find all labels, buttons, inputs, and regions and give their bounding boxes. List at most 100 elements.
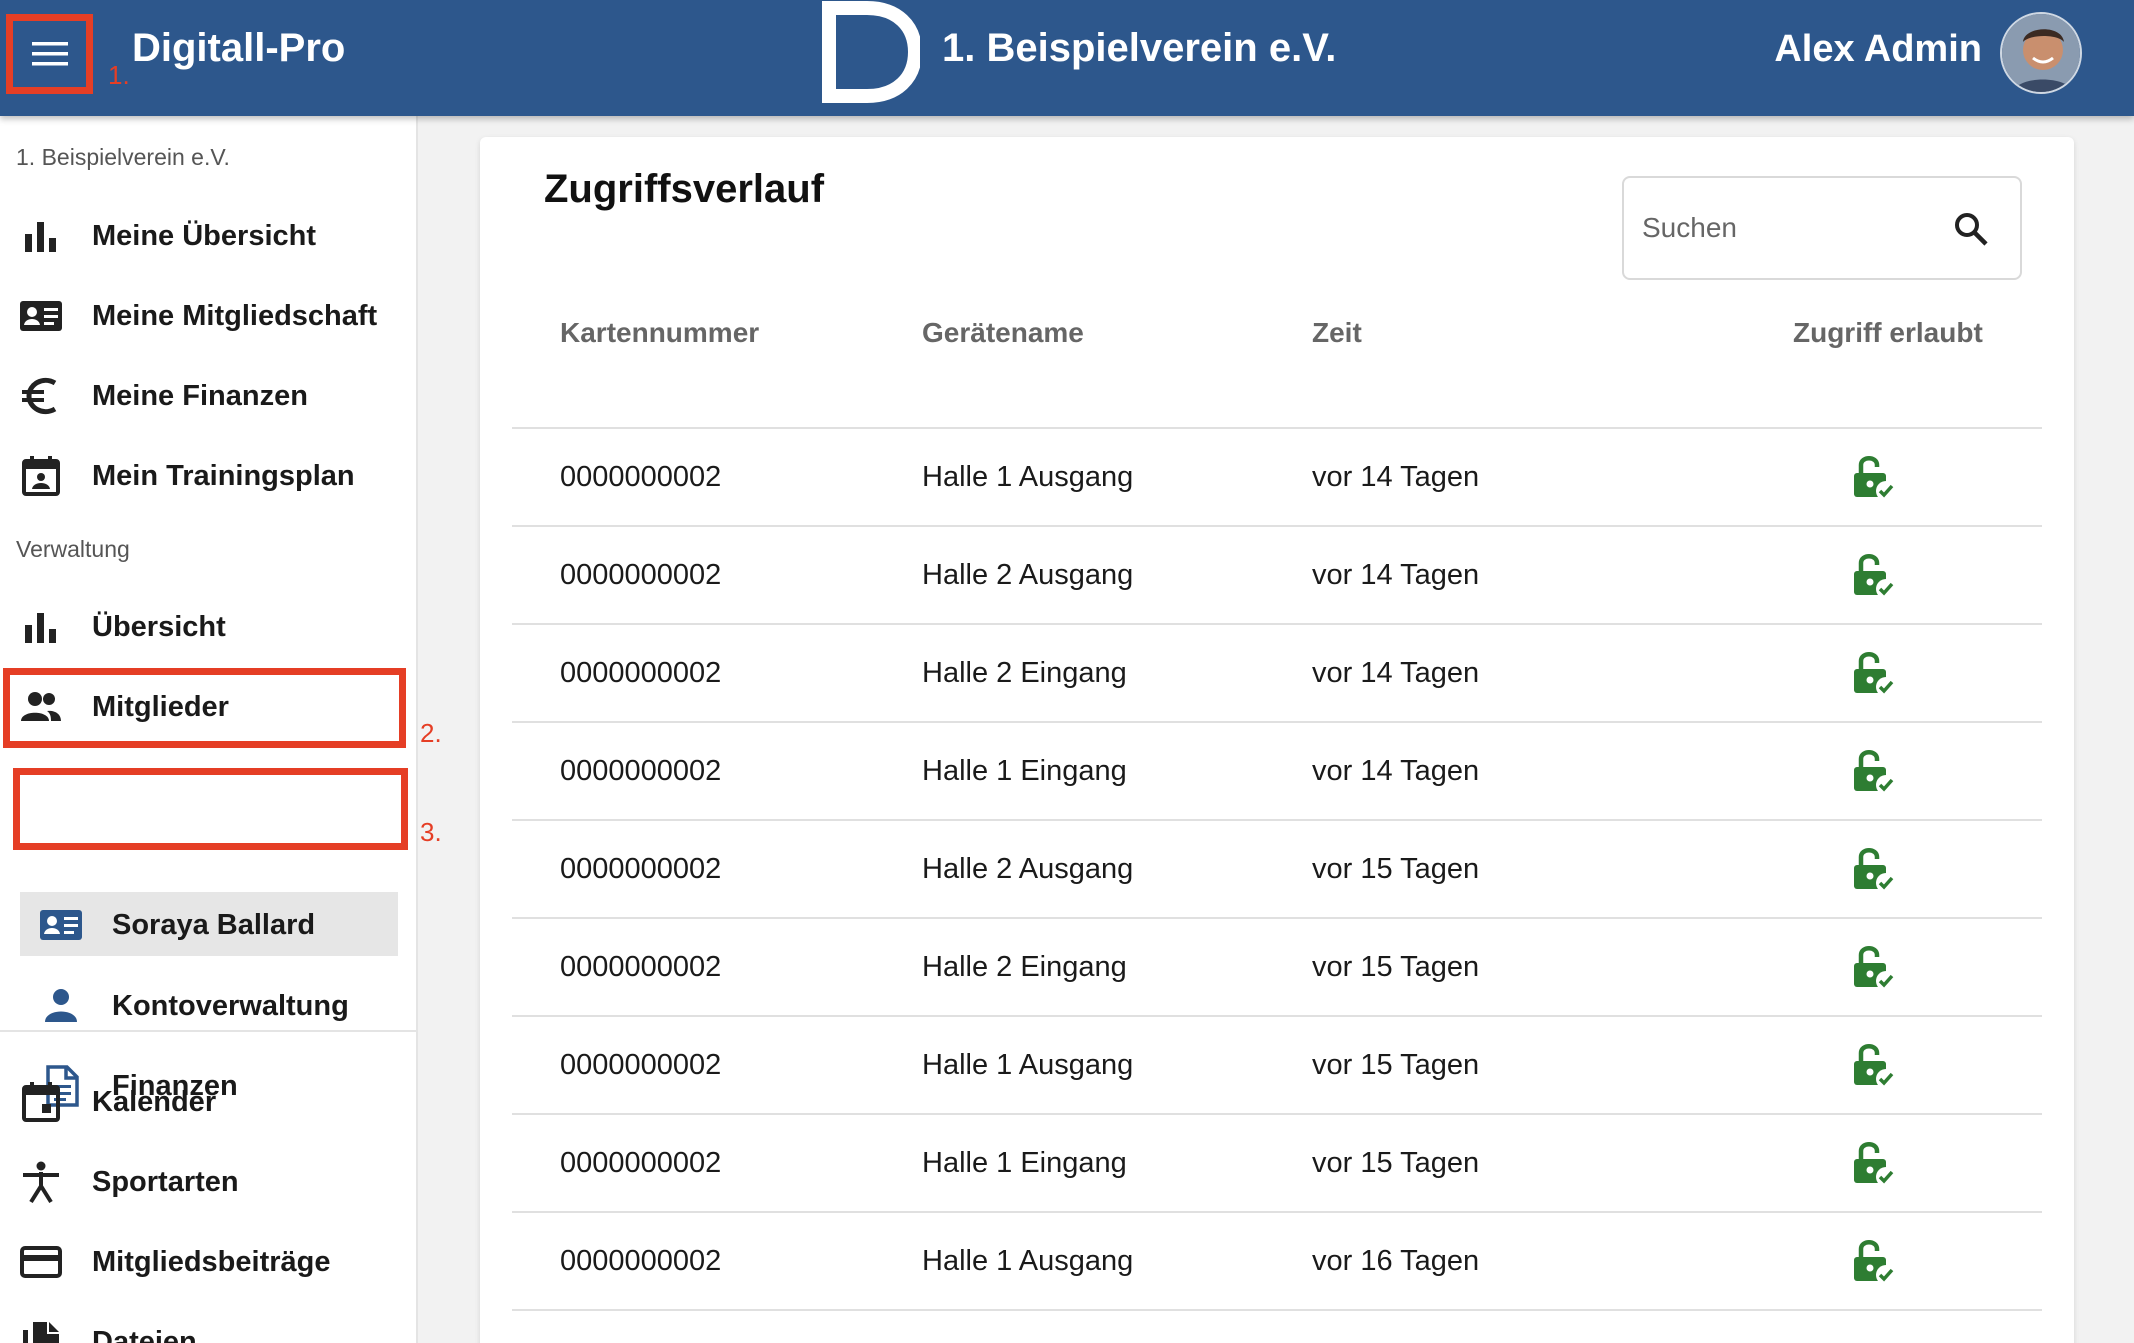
sidebar-section-verwaltung: Verwaltung (16, 536, 130, 562)
sidebar-subitem-label: Soraya Ballard (112, 908, 316, 941)
avatar-photo (2002, 14, 2080, 92)
lock-open-check-icon (1854, 554, 1896, 599)
sidebar-item-label: Dateien (92, 1325, 197, 1343)
bar-chart-icon (18, 604, 64, 650)
table-row[interactable]: 0000000002 Halle 1 Ausgang vor 16 Tagen (512, 1213, 2042, 1311)
calendar-person-icon (18, 453, 64, 499)
step-annotation-1: 1. (108, 60, 130, 90)
sidebar-item-label: Meine Mitgliedschaft (92, 299, 378, 332)
table-row[interactable]: 0000000002 Halle 1 Eingang vor 14 Tagen (512, 723, 2042, 821)
sidebar: 1. Beispielverein e.V. Meine Übersicht M… (0, 116, 418, 1343)
cell-kartennummer: 0000000002 (560, 657, 722, 689)
person-icon (38, 983, 84, 1029)
sidebar-item-mitglieder[interactable]: Mitglieder (0, 672, 418, 742)
sidebar-item-label: Meine Finanzen (92, 379, 308, 412)
cell-kartennummer: 0000000002 (560, 755, 722, 787)
sidebar-item-meine-finanzen[interactable]: Meine Finanzen (0, 361, 418, 431)
user-name[interactable]: Alex Admin (1774, 28, 1982, 71)
table-row[interactable]: 0000000002 Halle 1 Eingang vor 15 Tagen (512, 1115, 2042, 1213)
row-divider (512, 1309, 2042, 1311)
sidebar-item-dateien[interactable]: Dateien (0, 1307, 418, 1343)
sidebar-item-sportarten[interactable]: Sportarten (0, 1147, 418, 1217)
sidebar-item-label: Sportarten (92, 1165, 239, 1198)
lock-open-check-icon (1854, 750, 1896, 795)
table-row[interactable]: 0000000002 Halle 2 Eingang vor 15 Tagen (512, 919, 2042, 1017)
lock-open-check-icon (1854, 1044, 1896, 1089)
search-field[interactable] (1622, 176, 2022, 280)
column-header-zeit[interactable]: Zeit (1312, 317, 1362, 349)
id-card-icon (38, 902, 84, 948)
cell-kartennummer: 0000000002 (560, 1049, 722, 1081)
lock-open-check-icon (1854, 652, 1896, 697)
cell-kartennummer: 0000000002 (560, 559, 722, 591)
sidebar-item-label: Kalender (92, 1085, 217, 1118)
sidebar-divider (0, 1030, 418, 1032)
sidebar-item-meine-mitgliedschaft[interactable]: Meine Mitgliedschaft (0, 281, 418, 351)
step-annotation-3: 3. (420, 817, 442, 847)
cell-zeit: vor 15 Tagen (1312, 1147, 1480, 1179)
credit-card-icon (18, 1239, 64, 1285)
cell-geraetename: Halle 2 Ausgang (922, 559, 1134, 591)
sport-icon (18, 1159, 64, 1205)
cell-geraetename: Halle 1 Ausgang (922, 461, 1134, 493)
sidebar-item-mitgliedsbeitraege[interactable]: Mitgliedsbeiträge (0, 1227, 418, 1297)
cell-zeit: vor 14 Tagen (1312, 755, 1480, 787)
cell-zeit: vor 16 Tagen (1312, 1245, 1480, 1277)
lock-open-check-icon (1854, 1240, 1896, 1285)
sidebar-item-label: Mein Trainingsplan (92, 459, 355, 492)
club-name: 1. Beispielverein e.V. (942, 26, 1337, 70)
cell-kartennummer: 0000000002 (560, 853, 722, 885)
lock-open-check-icon (1854, 848, 1896, 893)
table-row[interactable]: 0000000002 Halle 2 Ausgang vor 14 Tagen (512, 527, 2042, 625)
cell-geraetename: Halle 2 Eingang (922, 951, 1127, 983)
cell-kartennummer: 0000000002 (560, 1147, 722, 1179)
user-avatar[interactable] (2000, 12, 2082, 94)
cell-zeit: vor 15 Tagen (1312, 1049, 1480, 1081)
euro-icon (18, 373, 64, 419)
sidebar-subitem-label: Kontoverwaltung (112, 989, 349, 1022)
cell-zeit: vor 14 Tagen (1312, 559, 1480, 591)
sidebar-item-mein-trainingsplan[interactable]: Mein Trainingsplan (0, 441, 418, 511)
cell-kartennummer: 0000000002 (560, 951, 722, 983)
app-title[interactable]: Digitall-Pro (132, 26, 345, 71)
cell-geraetename: Halle 1 Eingang (922, 755, 1127, 787)
top-app-bar: 1. Digitall-Pro 1. Beispielverein e.V. A… (0, 0, 2134, 116)
column-header-zugriff-erlaubt[interactable]: Zugriff erlaubt (1793, 317, 1983, 349)
cell-geraetename: Halle 1 Ausgang (922, 1245, 1134, 1277)
table-row[interactable]: 0000000002 Halle 2 Eingang vor 14 Tagen (512, 625, 2042, 723)
hamburger-menu-button[interactable] (6, 14, 93, 94)
search-input[interactable] (1642, 212, 1942, 244)
sidebar-item-label: Mitglieder (92, 690, 229, 723)
table-row[interactable]: 0000000002 Halle 1 Ausgang vor 14 Tagen (512, 429, 2042, 527)
hamburger-menu-icon (31, 42, 68, 66)
page-title: Zugriffsverlauf (544, 167, 825, 211)
sidebar-item-uebersicht[interactable]: Übersicht (0, 592, 418, 662)
club-logo (822, 0, 920, 103)
cell-geraetename: Halle 1 Ausgang (922, 1049, 1134, 1081)
step-annotation-2: 2. (420, 718, 442, 748)
table-row[interactable]: 0000000002 Halle 2 Ausgang vor 15 Tagen (512, 821, 2042, 919)
cell-zeit: vor 14 Tagen (1312, 461, 1480, 493)
sidebar-subitem-soraya-ballard[interactable]: Soraya Ballard (0, 890, 418, 960)
sidebar-item-label: Meine Übersicht (92, 219, 316, 252)
lock-open-check-icon (1854, 1142, 1896, 1187)
search-icon[interactable] (1952, 210, 1990, 248)
cell-kartennummer: 0000000002 (560, 461, 722, 493)
sidebar-item-label: Mitgliedsbeiträge (92, 1245, 331, 1278)
sidebar-item-kalender[interactable]: Kalender (0, 1067, 418, 1137)
cell-kartennummer: 0000000002 (560, 1245, 722, 1277)
lock-open-check-icon (1854, 946, 1896, 991)
column-header-kartennummer[interactable]: Kartennummer (560, 317, 759, 349)
cell-geraetename: Halle 2 Ausgang (922, 853, 1134, 885)
cell-zeit: vor 15 Tagen (1312, 853, 1480, 885)
people-icon (18, 684, 64, 730)
access-history-card: Zugriffsverlauf Kartennummer Gerätename … (480, 137, 2074, 1343)
cell-geraetename: Halle 1 Eingang (922, 1147, 1127, 1179)
cell-zeit: vor 15 Tagen (1312, 951, 1480, 983)
sidebar-item-meine-uebersicht[interactable]: Meine Übersicht (0, 201, 418, 271)
cell-zeit: vor 14 Tagen (1312, 657, 1480, 689)
column-header-geraetename[interactable]: Gerätename (922, 317, 1084, 349)
sidebar-item-label: Übersicht (92, 610, 226, 643)
cell-geraetename: Halle 2 Eingang (922, 657, 1127, 689)
table-row[interactable]: 0000000002 Halle 1 Ausgang vor 15 Tagen (512, 1017, 2042, 1115)
